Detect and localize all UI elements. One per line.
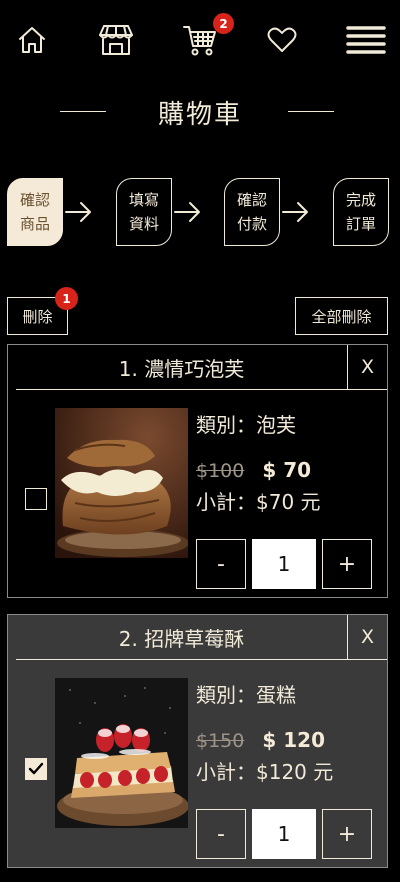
- top-nav: 2: [0, 0, 400, 80]
- sale-price: $ 70: [262, 458, 312, 482]
- checkmark-icon: [28, 762, 44, 775]
- delete-all-button[interactable]: 全部刪除: [295, 297, 388, 335]
- step-label-line2: 商品: [19, 215, 50, 233]
- title-divider-right: [288, 111, 334, 112]
- item-subtotal: 小計：$120 元: [196, 760, 334, 784]
- item-info: 類別：泡芙 $100 $ 70 小計：$70 元: [196, 409, 321, 515]
- step-label-line2: 訂單: [345, 215, 376, 233]
- arrow-right-icon: [173, 199, 203, 225]
- remove-item-button[interactable]: X: [347, 615, 387, 660]
- step-confirm-payment: 確認 付款: [224, 178, 280, 246]
- decrease-quantity-button[interactable]: -: [196, 539, 246, 589]
- price-row: $150 $ 120: [196, 728, 333, 752]
- increase-quantity-button[interactable]: +: [322, 809, 372, 859]
- step-label-line2: 資料: [128, 215, 159, 233]
- home-icon[interactable]: [12, 20, 52, 60]
- step-label-line1: 填寫: [128, 191, 159, 209]
- product-image-strawberry-pastry: [55, 678, 188, 828]
- step-label-line2: 付款: [236, 215, 267, 233]
- item-title: 2. 招牌草莓酥: [16, 615, 347, 660]
- page-title: 購物車: [157, 99, 242, 130]
- price-row: $100 $ 70: [196, 458, 321, 482]
- quantity-input[interactable]: 1: [252, 539, 316, 589]
- item-select-checkbox[interactable]: [25, 488, 47, 510]
- title-divider-left: [60, 111, 106, 112]
- sale-price: $ 120: [262, 728, 325, 752]
- original-price: $150: [196, 730, 245, 752]
- arrow-right-icon: [281, 199, 311, 225]
- item-subtotal: 小計：$70 元: [196, 490, 321, 514]
- item-select-checkbox[interactable]: [25, 758, 47, 780]
- step-confirm-items: 確認 商品: [7, 178, 63, 246]
- item-title: 1. 濃情巧泡芙: [16, 345, 347, 390]
- store-icon[interactable]: [96, 20, 136, 60]
- original-price: $100: [196, 460, 245, 482]
- arrow-right-icon: [64, 199, 94, 225]
- quantity-stepper: - 1 +: [196, 539, 372, 589]
- heart-icon[interactable]: [262, 20, 302, 60]
- quantity-input[interactable]: 1: [252, 809, 316, 859]
- increase-quantity-button[interactable]: +: [322, 539, 372, 589]
- menu-icon[interactable]: [346, 20, 386, 60]
- decrease-quantity-button[interactable]: -: [196, 809, 246, 859]
- item-category: 類別：蛋糕: [196, 683, 296, 707]
- cart-count-badge: 2: [213, 13, 234, 34]
- step-fill-info: 填寫 資料: [116, 178, 172, 246]
- delete-count-badge: 1: [55, 287, 78, 310]
- item-info: 類別：蛋糕 $150 $ 120 小計：$120 元: [196, 679, 333, 785]
- step-label-line1: 確認: [236, 191, 267, 209]
- step-label-line1: 完成: [345, 191, 376, 209]
- page-title-wrap: 購物車: [0, 90, 400, 134]
- remove-item-button[interactable]: X: [347, 345, 387, 390]
- product-image-cream-puff: [55, 408, 188, 558]
- item-category: 類別：泡芙: [196, 413, 296, 437]
- step-complete-order: 完成 訂單: [333, 178, 389, 246]
- step-label-line1: 確認: [19, 191, 50, 209]
- cart-item-card: 1. 濃情巧泡芙 X 類別：泡芙 $100 $ 70 小計：$70 元 - 1 …: [7, 344, 388, 598]
- quantity-stepper: - 1 +: [196, 809, 372, 859]
- cart-item-card: 2. 招牌草莓酥 X 類別：蛋糕 $150 $ 120 小計：$120 元 - …: [7, 614, 388, 868]
